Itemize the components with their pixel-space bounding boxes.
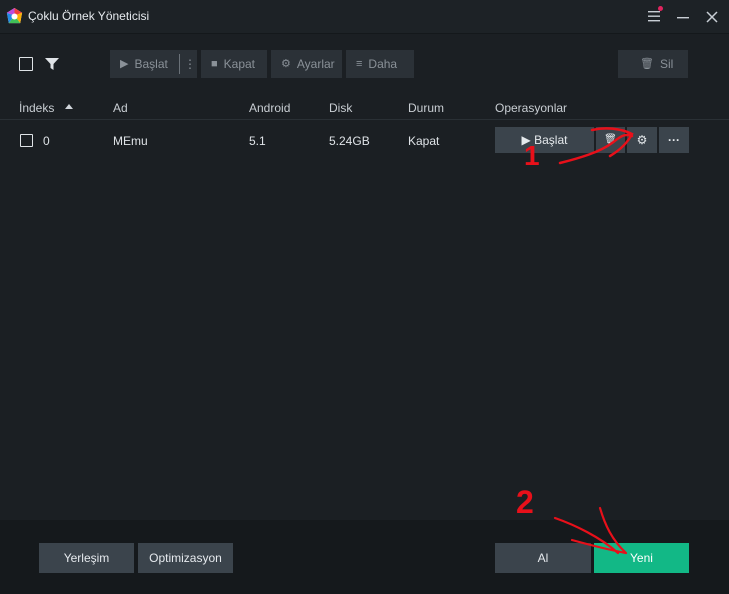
notification-dot	[658, 6, 663, 11]
stop-button[interactable]: ■ Kapat	[201, 50, 267, 78]
column-header-android: Android	[249, 101, 291, 115]
hamburger-icon	[648, 11, 660, 22]
memu-logo-icon	[6, 7, 23, 24]
settings-button[interactable]: ⚙ Ayarlar	[271, 50, 342, 78]
row-delete-button[interactable]: 🗑	[596, 127, 625, 153]
arrange-button[interactable]: Yerleşim	[39, 543, 134, 573]
column-header-operations: Operasyonlar	[495, 101, 568, 115]
red-annotation-overlay: 1 2	[516, 127, 634, 555]
toolbar-separator	[179, 54, 180, 74]
row-start-button[interactable]: ▶ Başlat	[495, 127, 594, 153]
row-checkbox[interactable]	[20, 134, 33, 147]
minimize-button[interactable]	[672, 6, 694, 28]
row-status: Kapat	[408, 134, 440, 148]
table-header: İndeks Ad Android Disk Durum Operasyonla…	[0, 96, 729, 120]
close-icon	[706, 11, 718, 23]
column-header-name: Ad	[113, 101, 128, 115]
stop-label: Kapat	[223, 57, 256, 71]
import-button[interactable]: Al	[495, 543, 591, 573]
column-header-status: Durum	[408, 101, 445, 115]
row-name: MEmu	[113, 134, 148, 148]
trash-icon: 🗑	[604, 134, 617, 145]
optimize-button[interactable]: Optimizasyon	[138, 543, 233, 573]
delete-button[interactable]: 🗑 Sil	[618, 50, 688, 78]
gear-icon: ⚙	[636, 133, 648, 147]
more-button[interactable]: ≡ Daha	[346, 50, 414, 78]
window-title: Çoklu Örnek Yöneticisi	[28, 9, 150, 23]
select-all-checkbox[interactable]	[19, 57, 33, 71]
close-button[interactable]	[701, 6, 723, 28]
row-start-label: Başlat	[534, 133, 568, 147]
column-header-disk: Disk	[329, 101, 353, 115]
minimize-icon	[677, 17, 689, 19]
stop-icon: ■	[211, 58, 218, 70]
title-bar: Çoklu Örnek Yöneticisi	[0, 0, 729, 34]
start-label: Başlat	[134, 57, 168, 71]
play-icon: ▶	[120, 58, 129, 70]
new-button[interactable]: Yeni	[594, 543, 689, 573]
start-options-button[interactable]: ⋮	[183, 50, 197, 78]
filter-icon[interactable]	[44, 57, 60, 71]
row-settings-button[interactable]: ⚙	[627, 127, 657, 153]
row-disk: 5.24GB	[329, 134, 370, 148]
column-header-index[interactable]: İndeks	[19, 101, 54, 115]
list-icon: ≡	[356, 58, 363, 70]
row-more-button[interactable]: ···	[659, 127, 689, 153]
annotation-marker-2: 2	[516, 484, 534, 520]
delete-label: Sil	[659, 57, 674, 71]
trash-icon: 🗑	[640, 58, 654, 70]
play-icon: ▶	[521, 133, 535, 147]
more-label: Daha	[368, 57, 398, 71]
gear-icon: ⚙	[281, 58, 291, 70]
row-index: 0	[43, 134, 50, 148]
settings-label: Ayarlar	[296, 57, 335, 71]
sort-ascending-icon	[65, 104, 73, 109]
row-android: 5.1	[249, 134, 266, 148]
